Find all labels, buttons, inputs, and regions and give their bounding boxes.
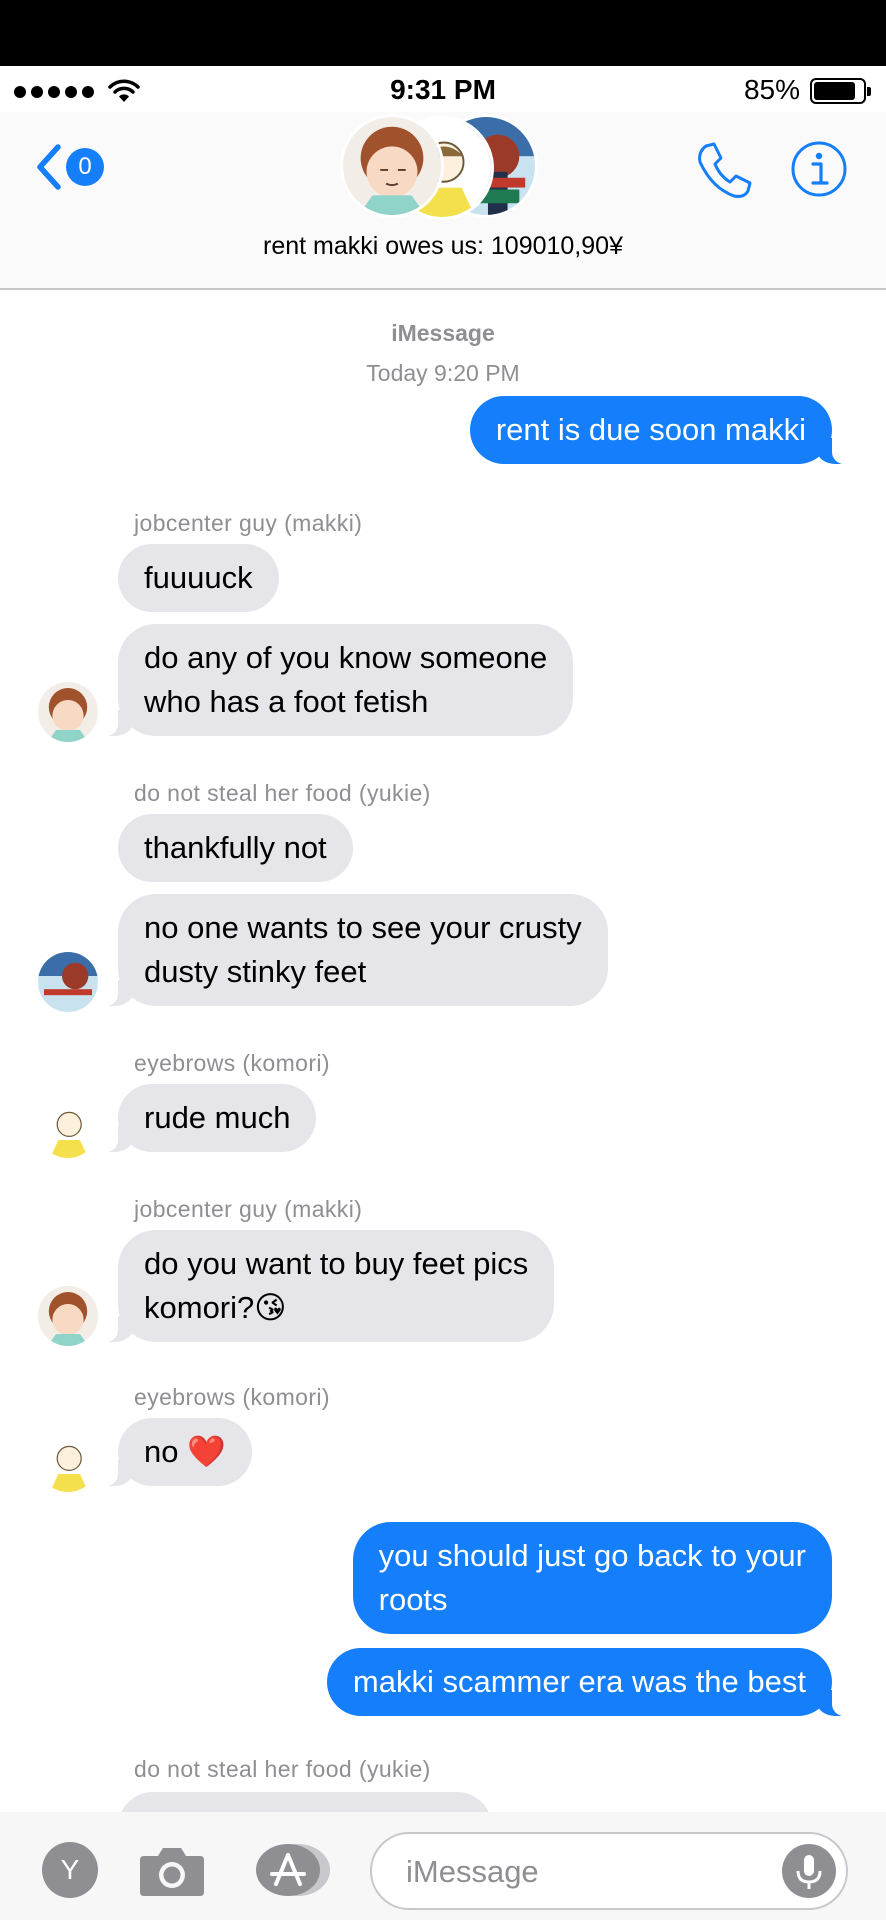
phone-icon[interactable] [692, 140, 754, 202]
sender-name: do not steal her food (yukie) [134, 780, 431, 806]
info-icon[interactable] [790, 140, 848, 198]
incoming-message[interactable]: no ❤️ [94, 1418, 252, 1486]
group-avatars[interactable] [338, 112, 548, 230]
avatar-komori[interactable] [38, 1098, 98, 1158]
incoming-message[interactable]: do any of you know someone who has a foo… [93, 624, 574, 736]
outgoing-message[interactable]: rent is due soon makki [469, 396, 857, 464]
avatar-yukie[interactable] [38, 952, 98, 1012]
message-text: no one wants to see your crusty dusty st… [144, 910, 582, 989]
message-input-bar: Y iMessage [0, 1812, 886, 1920]
sender-name: eyebrows (komori) [134, 1384, 330, 1410]
status-bar: 9:31 PM 85% [0, 66, 886, 112]
incoming-message[interactable]: fuuuuck [118, 544, 279, 612]
message-text: thankfully not [144, 830, 327, 865]
message-input-placeholder: iMessage [406, 1854, 539, 1889]
camera-icon[interactable] [138, 1842, 206, 1898]
message-text: rent is due soon makki [495, 412, 806, 447]
back-button[interactable]: 0 [34, 142, 104, 192]
avatar-makki[interactable] [38, 1286, 98, 1346]
group-avatar-makki [340, 114, 444, 218]
service-label: iMessage [391, 320, 495, 346]
message-thread[interactable]: iMessage Today 9:20 PM rent is due soon … [0, 292, 886, 1832]
message-text: fuuuuck [144, 560, 253, 595]
app-drawer-button[interactable]: Y [42, 1842, 98, 1898]
incoming-message[interactable]: do you want to buy feet pics komori?😘 [93, 1230, 555, 1342]
message-text: no ❤️ [144, 1434, 226, 1469]
top-black-band [0, 0, 886, 66]
outgoing-message[interactable]: makki scammer era was the best [326, 1648, 857, 1716]
microphone-button[interactable] [782, 1844, 836, 1898]
battery-icon [810, 78, 871, 104]
chevron-left-icon [37, 144, 61, 190]
incoming-message[interactable]: thankfully not [118, 814, 353, 882]
outgoing-message[interactable]: you should just go back to your roots [352, 1522, 832, 1634]
message-text: do you want to buy feet pics komori?😘 [144, 1246, 529, 1325]
incoming-message[interactable]: no one wants to see your crusty dusty st… [94, 894, 608, 1006]
message-timestamp: Today 9:20 PM [366, 360, 520, 386]
incoming-message[interactable]: rude much [93, 1084, 317, 1152]
avatar-komori[interactable] [38, 1432, 98, 1492]
unread-count-badge: 0 [66, 148, 104, 186]
message-input[interactable]: iMessage [370, 1832, 848, 1910]
sender-name: do not steal her food (yukie) [134, 1756, 431, 1782]
sender-name: jobcenter guy (makki) [134, 1196, 363, 1222]
message-text: makki scammer era was the best [352, 1664, 806, 1699]
battery-percentage: 85% [743, 74, 800, 105]
sender-name: jobcenter guy (makki) [134, 510, 363, 536]
app-store-icon[interactable] [252, 1842, 332, 1898]
battery-level [814, 82, 855, 100]
microphone-icon [796, 1855, 822, 1889]
avatar-makki[interactable] [38, 682, 98, 742]
message-text: do any of you know someone who has a foo… [144, 640, 548, 719]
sender-name: eyebrows (komori) [134, 1050, 330, 1076]
message-text: rude much [144, 1100, 291, 1135]
message-text: you should just go back to your roots [378, 1538, 806, 1617]
conversation-header: 0 rent makki owes us: 109010,90¥ [0, 112, 886, 290]
group-name[interactable]: rent makki owes us: 109010,90¥ [0, 232, 886, 261]
